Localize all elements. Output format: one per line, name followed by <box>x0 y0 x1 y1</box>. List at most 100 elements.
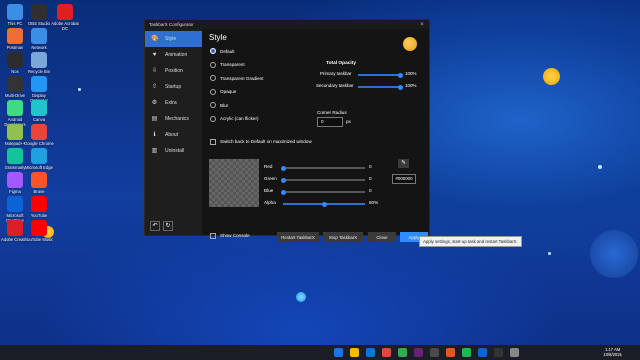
desktop-icon[interactable]: Multi-Drive <box>0 76 30 98</box>
taskbar-app-icon[interactable] <box>397 348 407 357</box>
blue-label: Blue <box>264 188 274 193</box>
red-slider[interactable] <box>280 165 365 171</box>
close-button[interactable]: Close <box>368 232 396 242</box>
planet-dot <box>543 68 560 85</box>
slider-thumb[interactable] <box>397 84 403 90</box>
primary-opacity-slider[interactable] <box>358 72 403 78</box>
taskbar-app-icon[interactable] <box>349 348 359 357</box>
taskbar-app-icon[interactable] <box>509 348 519 357</box>
desktop-icon[interactable]: Postman <box>0 28 30 50</box>
app-icon <box>31 124 47 140</box>
desktop-icon[interactable]: Figma <box>0 172 30 194</box>
taskbar-app-icon[interactable] <box>493 348 503 357</box>
radio-label: Opaque <box>220 89 237 95</box>
slider-thumb[interactable] <box>280 177 286 183</box>
app-icon <box>31 28 47 44</box>
style-option-transparent[interactable]: Transparent Gradient <box>210 75 425 82</box>
sidebar-item-startup[interactable]: ⇧ Startup <box>145 79 202 95</box>
green-slider[interactable] <box>280 177 365 183</box>
blue-slider[interactable] <box>280 189 365 195</box>
app-icon <box>7 4 23 20</box>
clock-date: 10/8/2021 <box>603 352 622 357</box>
app-icon <box>31 76 47 92</box>
desktop-icon-label: Multi-Drive <box>4 93 25 98</box>
desktop-icon[interactable]: Notepad++ <box>0 124 30 146</box>
desktop-icon[interactable]: Adobe Acrobat DC <box>50 4 80 31</box>
switch-default-label: Switch back to Default on maximized wind… <box>220 139 312 145</box>
taskbar-app-icon[interactable] <box>381 348 391 357</box>
startup-icon: ⇧ <box>151 83 158 90</box>
show-console-checkbox[interactable]: Show Console <box>210 233 250 239</box>
color-picker-button[interactable]: ✎ <box>398 159 409 168</box>
stop-button[interactable]: Stop TaskbarX <box>323 232 363 242</box>
radio-circle <box>210 75 216 82</box>
undo-button[interactable]: ↶ <box>150 221 160 231</box>
taskbar-app-icon[interactable] <box>429 348 439 357</box>
close-icon[interactable]: × <box>415 22 429 28</box>
refresh-button[interactable]: ↻ <box>163 221 173 231</box>
style-option-blur[interactable]: Blur <box>210 102 425 109</box>
style-option-default[interactable]: Default <box>210 48 425 54</box>
app-icon <box>31 220 47 236</box>
slider-thumb[interactable] <box>280 165 286 171</box>
taskbarx-window: TaskbarX Configurator × 🎨 Style ♥ Animation… <box>144 19 430 242</box>
slider-thumb[interactable] <box>280 189 286 195</box>
sidebar-item-uninstall[interactable]: ▥ Uninstall <box>145 143 202 159</box>
taskbar-app-icon[interactable] <box>333 348 343 357</box>
sidebar-item-label: Mechanics <box>165 116 189 122</box>
desktop-icon-label: Adobe Acrobat DC <box>51 21 79 31</box>
desktop-icon-label: Nox <box>11 69 19 74</box>
blue-value: 0 <box>369 188 372 193</box>
position-icon: ⇩ <box>151 67 158 74</box>
desktop-icon[interactable]: Grammarly <box>0 148 30 170</box>
style-option-transparent[interactable]: Transparent <box>210 61 425 68</box>
window-titlebar[interactable]: TaskbarX Configurator × <box>145 20 429 29</box>
taskbar-app-icon[interactable] <box>461 348 471 357</box>
app-icon <box>31 100 47 116</box>
planet-dot <box>590 230 638 278</box>
desktop-icon[interactable]: Nox <box>0 52 30 74</box>
sidebar-item-label: Animation <box>165 52 188 58</box>
slider-thumb[interactable] <box>397 72 403 78</box>
radio-label: Default <box>220 48 235 54</box>
hex-input[interactable]: #000000 <box>392 174 416 184</box>
taskbar-app-icon[interactable] <box>365 348 375 357</box>
desktop-icon[interactable]: Microsoft OneDrive <box>0 196 30 223</box>
secondary-label: Secondary taskbar <box>316 83 354 88</box>
slider-thumb[interactable] <box>321 201 327 207</box>
primary-value: 100% <box>405 71 417 76</box>
app-icon <box>7 220 23 236</box>
star-dot <box>598 165 602 169</box>
taskbar-app-icon[interactable] <box>445 348 455 357</box>
restart-button[interactable]: Restart TaskbarX <box>277 232 319 242</box>
app-icon <box>31 172 47 188</box>
desktop-icon[interactable]: Android Developers <box>0 100 30 127</box>
sidebar-item-label: Uninstall <box>165 148 185 154</box>
corner-radius-input[interactable]: 0 <box>317 117 343 127</box>
trash-icon: ▥ <box>151 147 158 154</box>
sidebar-item-extra[interactable]: ⚙ Extra <box>145 95 202 111</box>
primary-label: Primary taskbar <box>320 71 352 76</box>
sidebar-item-animation[interactable]: ♥ Animation <box>145 47 202 63</box>
corner-radius-label: Corner Radius <box>317 110 347 115</box>
taskbar-app-icon[interactable] <box>477 348 487 357</box>
clock[interactable]: 1:17 AM 10/8/2021 <box>603 347 622 357</box>
desktop-icon[interactable]: Adobe Creati... <box>0 220 30 242</box>
planet-dot <box>296 292 306 302</box>
desktop-icon-label: Grammarly <box>4 165 26 170</box>
sidebar-item-position[interactable]: ⇩ Position <box>145 63 202 79</box>
switch-default-checkbox[interactable]: Switch back to Default on maximized wind… <box>210 139 312 145</box>
taskbar-app-icon[interactable] <box>413 348 423 357</box>
sidebar-item-about[interactable]: ℹ About <box>145 127 202 143</box>
mechanics-icon: ▤ <box>151 115 158 122</box>
app-icon <box>57 4 73 20</box>
star-dot <box>78 88 81 91</box>
style-option-opaque[interactable]: Opaque <box>210 88 425 95</box>
secondary-opacity-slider[interactable] <box>358 84 403 90</box>
sidebar-item-style[interactable]: 🎨 Style <box>145 31 202 47</box>
sidebar-item-label: Style <box>165 36 177 42</box>
section-title: Style <box>209 33 227 42</box>
sidebar-item-mechanics[interactable]: ▤ Mechanics <box>145 111 202 127</box>
alpha-slider[interactable] <box>283 201 365 207</box>
app-icon <box>7 76 23 92</box>
